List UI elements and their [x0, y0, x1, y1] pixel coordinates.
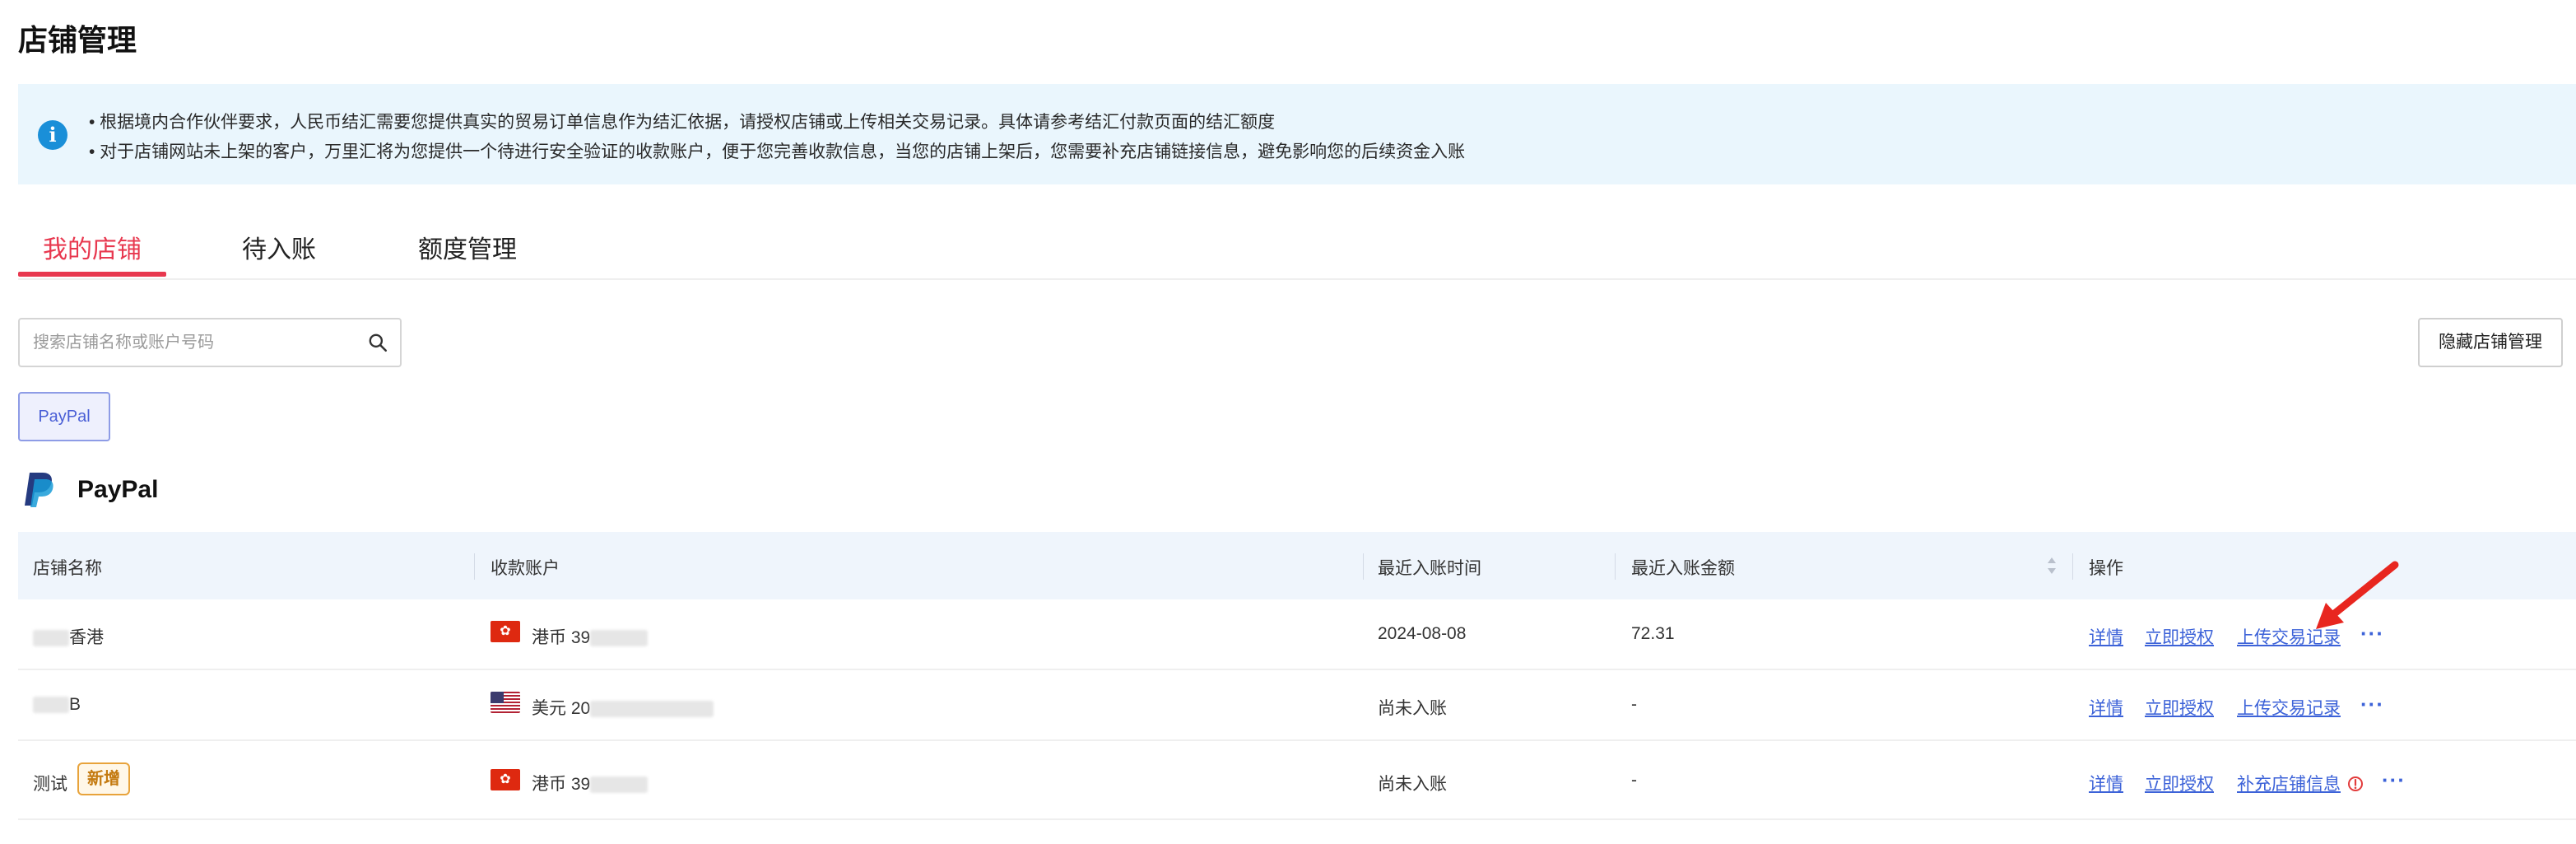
last-amount: -	[1631, 771, 1637, 790]
redacted-text	[33, 697, 69, 714]
details-link[interactable]: 详情	[2089, 695, 2123, 720]
new-badge: 新增	[77, 762, 130, 795]
section-title: PayPal	[77, 476, 159, 503]
paypal-logo	[25, 473, 53, 507]
column-divider	[1615, 553, 1616, 580]
store-name-text: 香港	[69, 628, 104, 647]
last-time: 2024-08-08	[1378, 624, 1467, 643]
us-flag-icon	[491, 692, 520, 713]
authorize-link[interactable]: 立即授权	[2145, 695, 2214, 720]
tab-my-stores[interactable]: 我的店铺	[43, 229, 142, 265]
authorize-link[interactable]: 立即授权	[2145, 624, 2214, 649]
last-time: 尚未入账	[1378, 775, 1447, 794]
add-store-info-link[interactable]: 补充店铺信息	[2237, 771, 2341, 795]
column-divider	[2072, 553, 2073, 580]
account-number: 39	[570, 628, 591, 647]
column-header-actions: 操作	[2089, 559, 2123, 578]
upload-records-link[interactable]: 上传交易记录	[2237, 695, 2341, 720]
search-input[interactable]	[33, 328, 362, 357]
page-title: 店铺管理	[18, 23, 137, 57]
info-notice: i • 根据境内合作伙伴要求，人民币结汇需要您提供真实的贸易订单信息作为结汇依据…	[18, 84, 2576, 184]
notice-line-1: • 根据境内合作伙伴要求，人民币结汇需要您提供真实的贸易订单信息作为结汇依据，请…	[89, 113, 1276, 132]
table-row: 香港 ✿ 港币 39 2024-08-08 72.31 详情 立即授权 上传交易…	[18, 599, 2576, 670]
currency-label: 港币	[532, 628, 566, 647]
column-header-last-amount: 最近入账金额	[1631, 559, 1735, 578]
details-link[interactable]: 详情	[2089, 771, 2123, 795]
column-header-store-name: 店铺名称	[33, 559, 102, 578]
column-header-account: 收款账户	[491, 559, 560, 578]
last-amount: 72.31	[1631, 624, 1675, 643]
account-cell: 港币 39	[532, 771, 649, 795]
account-cell: 港币 39	[532, 624, 649, 649]
store-name: 香港	[33, 624, 104, 649]
info-icon: i	[38, 120, 67, 150]
table-row: 测试 新增 ✿ 港币 39 尚未入账 - 详情 立即授权 补充店铺信息 ···	[18, 741, 2576, 820]
details-link[interactable]: 详情	[2089, 624, 2123, 649]
store-name: B	[33, 695, 81, 715]
currency-label: 港币	[532, 775, 566, 794]
annotation-arrow-icon	[2316, 561, 2399, 629]
redacted-text	[33, 630, 69, 647]
sort-icon[interactable]	[2046, 555, 2058, 576]
account-number: 39	[570, 775, 591, 794]
column-divider	[1363, 553, 1364, 580]
more-icon[interactable]: ···	[2382, 769, 2406, 790]
column-header-last-time: 最近入账时间	[1378, 559, 1481, 578]
currency-label: 美元	[532, 699, 566, 718]
search-box	[18, 318, 402, 367]
store-table: 店铺名称 收款账户 最近入账时间 最近入账金额 操作 香港 ✿ 港币 39 20…	[18, 532, 2576, 820]
redacted-text	[590, 776, 649, 794]
search-icon[interactable]	[367, 332, 388, 353]
last-time: 尚未入账	[1378, 699, 1447, 718]
table-header: 店铺名称 收款账户 最近入账时间 最近入账金额 操作	[18, 532, 2576, 599]
hk-flag-icon: ✿	[491, 621, 520, 642]
account-cell: 美元 20	[532, 695, 714, 720]
warning-icon[interactable]	[2347, 776, 2364, 792]
account-number: 20	[570, 699, 591, 718]
more-icon[interactable]: ···	[2360, 693, 2384, 715]
tab-quota[interactable]: 额度管理	[418, 229, 517, 265]
filter-chip-paypal[interactable]: PayPal	[18, 392, 110, 441]
last-amount: -	[1631, 695, 1637, 714]
tab-bar: 我的店铺 待入账 额度管理	[18, 222, 2576, 280]
hide-store-management-button[interactable]: 隐藏店铺管理	[2418, 318, 2563, 367]
tab-pending[interactable]: 待入账	[242, 229, 316, 265]
notice-line-2: • 对于店铺网站未上架的客户，万里汇将为您提供一个待进行安全验证的收款账户，便于…	[89, 142, 1466, 161]
hk-flag-icon: ✿	[491, 769, 520, 790]
redacted-text	[590, 701, 714, 718]
active-tab-indicator	[18, 272, 166, 277]
table-row: B 美元 20 尚未入账 - 详情 立即授权 上传交易记录 ···	[18, 670, 2576, 741]
store-name: 测试	[33, 775, 67, 794]
authorize-link[interactable]: 立即授权	[2145, 771, 2214, 795]
column-divider	[474, 553, 475, 580]
redacted-text	[590, 630, 649, 647]
store-name-text: B	[69, 695, 81, 714]
